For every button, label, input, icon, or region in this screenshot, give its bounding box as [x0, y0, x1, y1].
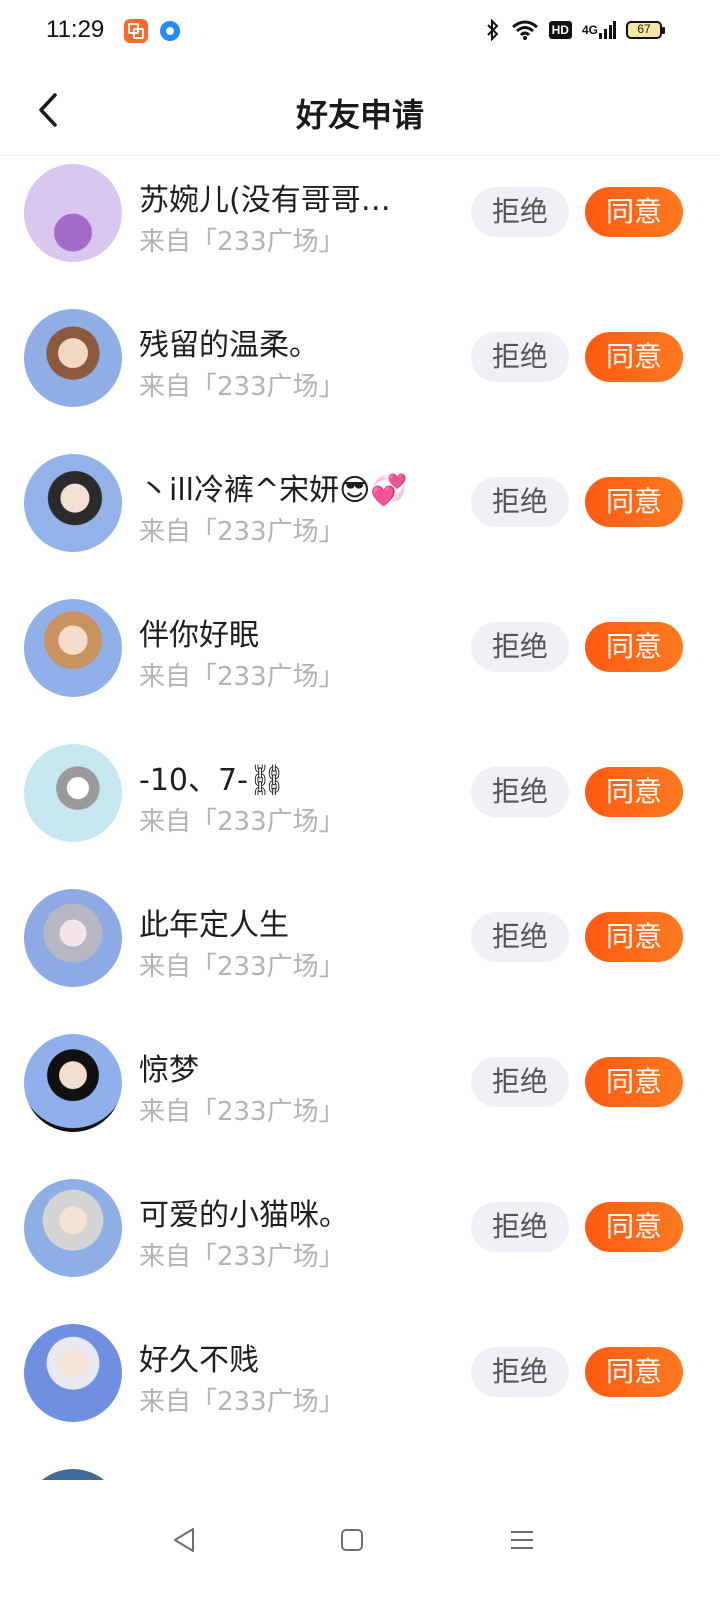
reject-button[interactable]: 拒绝: [471, 912, 569, 962]
avatar[interactable]: [24, 1034, 122, 1132]
request-source: 来自「233广场」: [139, 1387, 345, 1417]
avatar[interactable]: [24, 1324, 122, 1422]
signal-icon: 4G: [582, 16, 616, 44]
accept-button[interactable]: 同意: [585, 332, 683, 382]
avatar[interactable]: [24, 889, 122, 987]
accept-button[interactable]: 同意: [585, 1347, 683, 1397]
request-source: 来自「233广场」: [139, 372, 345, 402]
reject-button[interactable]: 拒绝: [471, 477, 569, 527]
reject-button[interactable]: 拒绝: [471, 1347, 569, 1397]
accept-button[interactable]: 同意: [585, 912, 683, 962]
bluetooth-icon: [485, 16, 501, 44]
requester-name: 可爱的小猫咪。: [139, 1198, 349, 1233]
list-item: 可爱的小猫咪。 来自「233广场」 拒绝 同意: [0, 1172, 720, 1317]
list-item: 苏婉儿(没有哥哥… 来自「233广场」 拒绝 同意: [0, 157, 720, 302]
avatar[interactable]: [24, 744, 122, 842]
accept-button[interactable]: 同意: [585, 622, 683, 672]
request-source: 来自「233广场」: [139, 1097, 345, 1127]
list-item: 残留的温柔。 来自「233广场」 拒绝 同意: [0, 302, 720, 447]
list-item: 惊梦 来自「233广场」 拒绝 同意: [0, 1027, 720, 1172]
app-notification-icon: [124, 19, 148, 43]
accept-button[interactable]: 同意: [585, 767, 683, 817]
list-item: 好久不贱 来自「233广场」 拒绝 同意: [0, 1317, 720, 1462]
request-source: 来自「233广场」: [139, 227, 345, 257]
reject-button[interactable]: 拒绝: [471, 767, 569, 817]
square-home-icon: [341, 1529, 363, 1551]
header: 好友申请: [0, 64, 720, 156]
nav-back-button[interactable]: [154, 1510, 214, 1570]
hd-icon: HD: [548, 16, 572, 44]
status-time: 11:29: [46, 16, 105, 43]
battery-icon: 67: [626, 21, 665, 39]
battery-level: 67: [637, 22, 651, 36]
triangle-back-icon: [174, 1528, 194, 1552]
request-source: 来自「233广场」: [139, 807, 345, 837]
browser-notification-icon: [160, 21, 180, 41]
requester-name: 苏婉儿(没有哥哥…: [139, 183, 391, 218]
nav-menu-button[interactable]: [492, 1510, 552, 1570]
reject-button[interactable]: 拒绝: [471, 332, 569, 382]
status-icons: HD 4G 67: [485, 16, 665, 44]
list-item: [0, 1462, 720, 1480]
requester-name: 丶ill冷裤^宋妍😎💞: [139, 473, 408, 508]
accept-button[interactable]: 同意: [585, 187, 683, 237]
request-source: 来自「233广场」: [139, 662, 345, 692]
friend-request-list[interactable]: 苏婉儿(没有哥哥… 来自「233广场」 拒绝 同意 残留的温柔。 来自「233广…: [0, 157, 720, 1480]
accept-button[interactable]: 同意: [585, 477, 683, 527]
wifi-icon: [511, 16, 539, 44]
list-item: 丶ill冷裤^宋妍😎💞 来自「233广场」 拒绝 同意: [0, 447, 720, 592]
nav-home-button[interactable]: [322, 1510, 382, 1570]
system-nav-bar: [0, 1480, 720, 1600]
network-type: 4G: [581, 23, 598, 37]
requester-name: 好久不贱: [139, 1343, 259, 1378]
request-source: 来自「233广场」: [139, 1242, 345, 1272]
accept-button[interactable]: 同意: [585, 1057, 683, 1107]
list-item: -10、7-⛓ 来自「233广场」 拒绝 同意: [0, 737, 720, 882]
avatar[interactable]: [24, 1179, 122, 1277]
request-source: 来自「233广场」: [139, 517, 345, 547]
avatar[interactable]: [24, 454, 122, 552]
requester-name: -10、7-⛓: [139, 763, 286, 798]
list-item: 此年定人生 来自「233广场」 拒绝 同意: [0, 882, 720, 1027]
reject-button[interactable]: 拒绝: [471, 187, 569, 237]
requester-name: 此年定人生: [139, 908, 289, 943]
requester-name: 残留的温柔。: [139, 328, 319, 363]
avatar[interactable]: [24, 309, 122, 407]
list-item: 伴你好眠 来自「233广场」 拒绝 同意: [0, 592, 720, 737]
reject-button[interactable]: 拒绝: [471, 622, 569, 672]
requester-name: 惊梦: [139, 1053, 199, 1088]
reject-button[interactable]: 拒绝: [471, 1057, 569, 1107]
page-title: 好友申请: [295, 96, 424, 134]
avatar[interactable]: [24, 164, 122, 262]
avatar[interactable]: [24, 599, 122, 697]
avatar[interactable]: [24, 1469, 122, 1480]
status-bar: 11:29 HD 4G 67: [0, 0, 720, 64]
request-source: 来自「233广场」: [139, 952, 345, 982]
hamburger-menu-icon: [511, 1531, 533, 1549]
requester-name: 伴你好眠: [139, 618, 259, 653]
reject-button[interactable]: 拒绝: [471, 1202, 569, 1252]
accept-button[interactable]: 同意: [585, 1202, 683, 1252]
